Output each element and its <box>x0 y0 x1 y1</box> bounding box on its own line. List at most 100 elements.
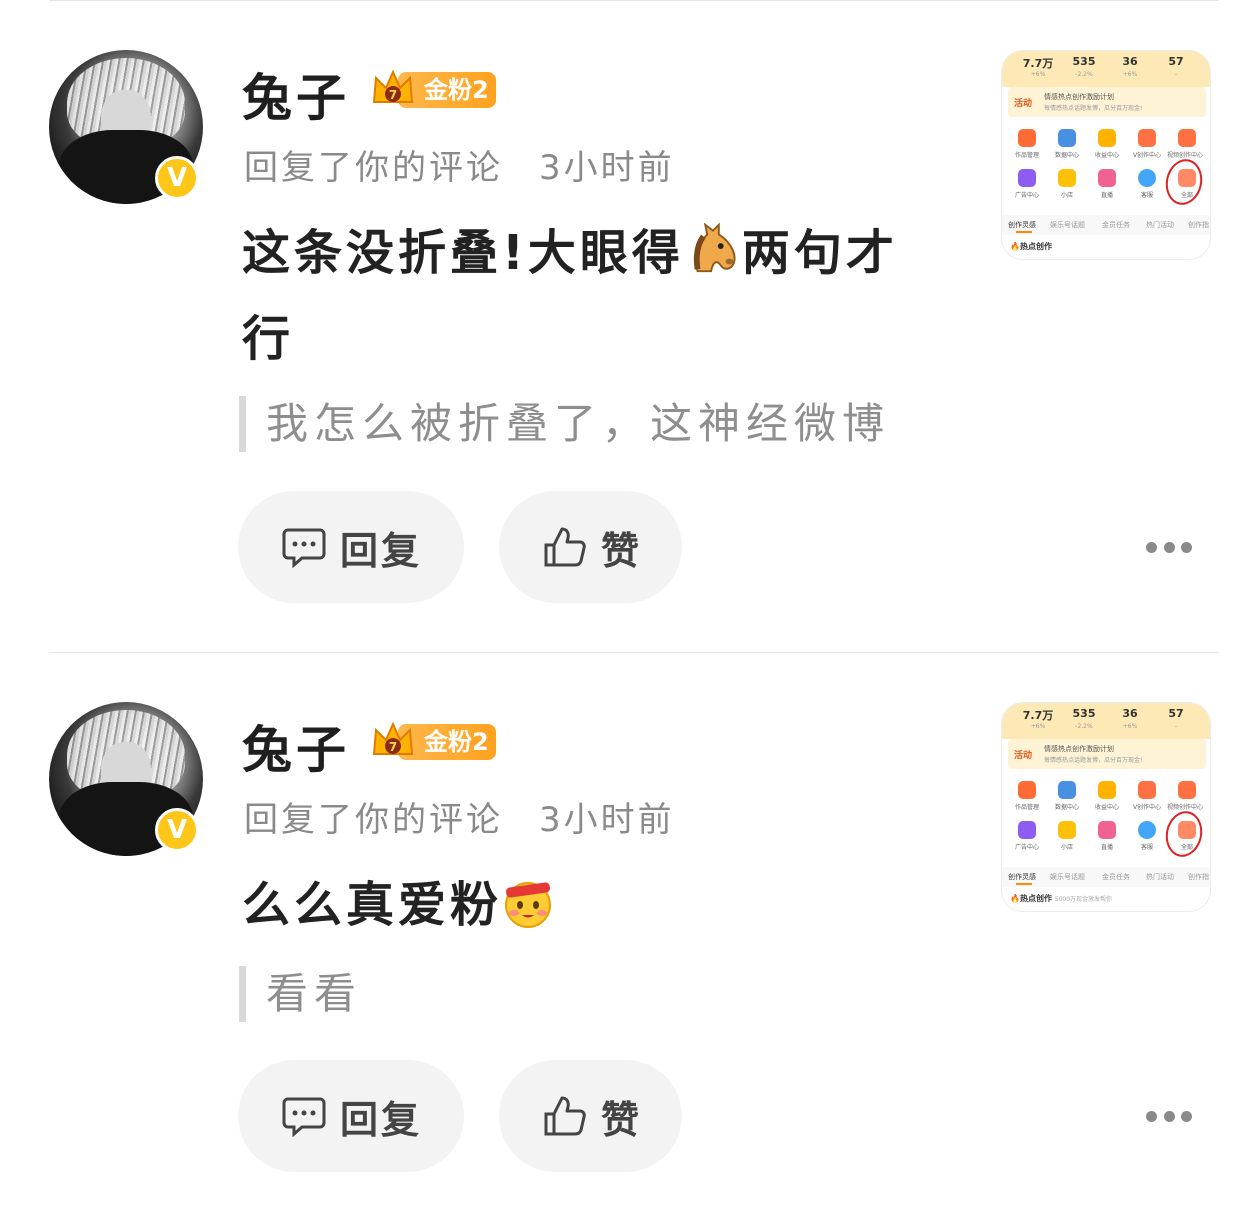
thumb-banner-tag: 活动 <box>1014 99 1033 109</box>
thumb-icon-label: 广告中心 <box>1014 192 1039 199</box>
horse-emoji-icon <box>693 222 736 273</box>
thumb-tab: 娱乐号话题 <box>1050 221 1085 229</box>
thumb-banner: 活动 情感热点创作激励计划 每情感热点话题发博，瓜分百万现金! <box>1008 739 1206 769</box>
reply-button[interactable]: 回复 <box>238 491 464 603</box>
comment-meta: 回复了你的评论 3小时前 <box>244 140 675 189</box>
thumb-banner-title: 情感热点创作激励计划 <box>1044 745 1114 753</box>
source-post-thumbnail[interactable]: 7.7万 535 36 57 +6% -2.2% +6% - 活动 情感热点创作… <box>1001 50 1211 260</box>
quoted-comment[interactable]: 看看 <box>239 966 362 1022</box>
source-post-thumbnail[interactable]: 7.7万 535 36 57 +6% -2.2% +6% - 活动 情感热点创作… <box>1001 702 1211 912</box>
crown-icon: 7 <box>372 721 414 755</box>
v-creator-icon <box>1138 781 1156 799</box>
like-button[interactable]: 赞 <box>499 1060 682 1172</box>
thumb-hot-label: 热点创作 <box>1019 894 1052 903</box>
comment-card: V 兔子 金粉2 7 回复了你的评论 3小时前 这条没折叠!大眼得 两句才行 我怎… <box>0 50 1260 610</box>
service-icon <box>1138 169 1156 187</box>
comment-icon <box>282 528 326 568</box>
thumb-tab: 金员任务 <box>1102 221 1130 229</box>
more-options-icon[interactable] <box>1146 540 1192 554</box>
comment-text-part: 这条没折叠!大眼得 <box>242 225 684 281</box>
crown-icon: 7 <box>372 69 414 103</box>
thumb-stat: 36 <box>1122 707 1138 720</box>
thumb-icon-label: 小店 <box>1060 844 1073 851</box>
comment-meta: 回复了你的评论 3小时前 <box>244 792 675 841</box>
comment-text: 么么真爱粉 <box>242 862 942 948</box>
thumb-tab: 金员任务 <box>1102 873 1130 881</box>
comment-text: 这条没折叠!大眼得 两句才行 <box>242 210 942 382</box>
thumb-stat: 535 <box>1072 55 1096 68</box>
thumb-tab: 热门活动 <box>1146 221 1174 229</box>
username[interactable]: 兔子 <box>242 58 350 130</box>
thumbs-up-icon <box>544 1096 586 1136</box>
top-divider <box>49 0 1219 1</box>
thumb-icon-label: 作品管理 <box>1014 152 1039 159</box>
thumbs-up-icon <box>544 527 586 567</box>
thumb-stat-change: -2.2% <box>1075 723 1093 730</box>
data-icon <box>1058 781 1076 799</box>
more-options-icon[interactable] <box>1146 1109 1192 1123</box>
thumb-tab: 创作灵感 <box>1008 221 1036 229</box>
thumb-stat-change: - <box>1174 723 1178 730</box>
thumb-icon-label: 直播 <box>1100 192 1113 199</box>
thumb-icon-label: 广告中心 <box>1014 844 1039 851</box>
income-icon <box>1098 129 1116 147</box>
thumb-tab: 热门活动 <box>1146 873 1174 881</box>
thumb-icon-label: 客服 <box>1140 192 1153 199</box>
reply-label: 回复 <box>340 528 423 573</box>
quoted-comment[interactable]: 我怎么被折叠了，这神经微博 <box>239 396 890 452</box>
thumb-icon-label: 视频创作中心 <box>1166 152 1203 159</box>
thumb-icon-label: 数据中心 <box>1054 804 1079 811</box>
thumb-banner-sub: 每情感热点话题发博，瓜分百万现金! <box>1044 105 1143 112</box>
thumb-stat-change: +6% <box>1030 71 1046 78</box>
like-label: 赞 <box>601 528 643 573</box>
thumb-stat: 57 <box>1168 55 1184 68</box>
thumb-icon-label: 直播 <box>1100 844 1113 851</box>
comment-text-part: 么么真爱粉 <box>242 877 503 933</box>
live-icon <box>1098 169 1116 187</box>
v-creator-icon <box>1138 129 1156 147</box>
fan-badge[interactable]: 金粉2 7 <box>368 720 498 764</box>
thumb-stat: 7.7万 <box>1022 57 1054 70</box>
thumb-icon-label: 数据中心 <box>1054 152 1079 159</box>
thumb-stat-change: +6% <box>1030 723 1046 730</box>
ad-icon <box>1018 169 1036 187</box>
comment-divider <box>49 652 1219 653</box>
like-label: 赞 <box>601 1097 643 1142</box>
thumb-icon-label: V创作中心 <box>1132 152 1162 159</box>
thumb-hot-sub: 5000万现金激发帮你 <box>1054 896 1113 903</box>
thumb-banner-title: 情感热点创作激励计划 <box>1044 93 1114 101</box>
works-icon <box>1018 781 1036 799</box>
like-button[interactable]: 赞 <box>499 491 682 603</box>
thumb-stat: 535 <box>1072 707 1096 720</box>
blushing-face-emoji-icon <box>505 882 552 928</box>
thumb-stat: 57 <box>1168 707 1184 720</box>
video-icon <box>1178 129 1196 147</box>
thumb-stat: 7.7万 <box>1022 709 1054 722</box>
meta-time: 3小时前 <box>539 148 675 188</box>
comment-card: V 兔子 金粉2 7 回复了你的评论 3小时前 么么真爱粉 看看 回复 赞 7.… <box>0 702 1260 1182</box>
data-icon <box>1058 129 1076 147</box>
reply-button[interactable]: 回复 <box>238 1060 464 1172</box>
fan-badge[interactable]: 金粉2 7 <box>368 68 498 112</box>
thumb-tab: 创作指 <box>1188 873 1209 881</box>
thumb-icon-label: 收益中心 <box>1094 152 1119 159</box>
live-icon <box>1098 821 1116 839</box>
thumb-icon-label: 收益中心 <box>1094 804 1119 811</box>
thumb-banner-sub: 每情感热点话题发博，瓜分百万现金! <box>1044 757 1143 764</box>
thumb-hot-label: 热点创作 <box>1019 242 1052 251</box>
meta-action: 回复了你的评论 <box>244 800 503 840</box>
service-icon <box>1138 821 1156 839</box>
thumb-hot-section: 🔥热点创作 <box>1010 242 1052 251</box>
thumb-hot-section: 🔥热点创作 5000万现金激发帮你 <box>1010 894 1113 903</box>
works-icon <box>1018 129 1036 147</box>
comment-icon <box>282 1097 326 1137</box>
thumb-icon-label: 小店 <box>1060 192 1073 199</box>
reply-label: 回复 <box>340 1097 423 1142</box>
thumb-stat-change: +6% <box>1122 723 1138 730</box>
username[interactable]: 兔子 <box>242 710 350 782</box>
meta-action: 回复了你的评论 <box>244 148 503 188</box>
thumb-banner: 活动 情感热点创作激励计划 每情感热点话题发博，瓜分百万现金! <box>1008 87 1206 117</box>
thumb-stat-change: - <box>1174 71 1178 78</box>
thumb-icon-label: 作品管理 <box>1014 804 1039 811</box>
thumb-stat-change: +6% <box>1122 71 1138 78</box>
